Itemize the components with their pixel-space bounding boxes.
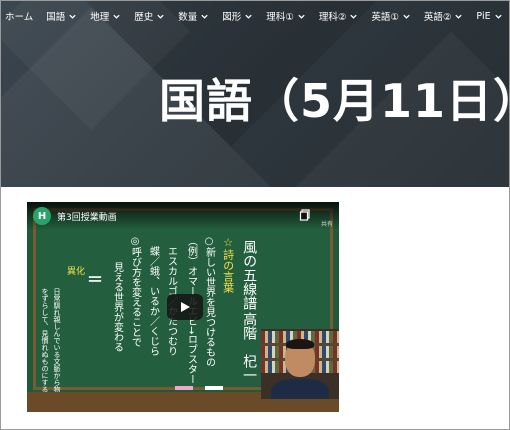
nav-item[interactable]: 理科② (319, 9, 359, 23)
nav-item[interactable]: 国語 (46, 9, 77, 23)
ikai-label: 異化 (67, 267, 86, 277)
nav-item[interactable]: PiE (476, 11, 502, 22)
chevron-down-icon (157, 14, 164, 19)
nav-item[interactable]: ホーム (5, 9, 33, 23)
board-line: 日常馴れ親しんでいる文脈から物事 (53, 288, 62, 400)
chevron-down-icon (403, 14, 410, 19)
nav-item-label: 英語② (423, 12, 452, 23)
webcam-overlay (261, 329, 339, 399)
nav-item[interactable]: 数量 (178, 9, 209, 23)
nav-item-label: 理科① (266, 12, 294, 23)
video-title-bar: H 第3回授業動画 (27, 202, 339, 230)
poem-author: 高階 杞一 (241, 312, 258, 382)
nav-item[interactable]: 理科① (266, 9, 306, 23)
teacher-hair (286, 339, 314, 349)
share-label[interactable]: 共有 (321, 219, 333, 228)
chevron-down-icon (201, 14, 208, 19)
nav-item[interactable]: 地理 (90, 9, 121, 23)
nav-item-label: 理科② (318, 12, 347, 23)
board-line: ○新しい世界を見つけるもの (203, 236, 215, 367)
chevron-down-icon (494, 14, 502, 19)
board-line: 見える世界が変わる (111, 262, 123, 352)
nav-item-label: 図形 (222, 12, 242, 23)
nav-item[interactable]: 英語① (371, 9, 411, 23)
page-header: ホーム 国語 地理 歴史 数量 図形 理科① 理科② 英語① 英語② PiE 国語（5月11日） (1, 1, 510, 187)
nav-item-label: 数量 (178, 12, 198, 23)
chevron-down-icon (245, 14, 252, 19)
nav-item-label: PiE (476, 10, 491, 22)
chevron-down-icon (113, 14, 120, 19)
play-button[interactable] (167, 294, 203, 320)
video-title[interactable]: 第3回授業動画 (57, 210, 117, 223)
chevron-down-icon (69, 14, 76, 19)
chalk-piece (175, 386, 193, 390)
copy-link-icon[interactable] (299, 209, 311, 221)
teacher-body (271, 379, 329, 399)
nav-item[interactable]: 英語② (424, 9, 464, 23)
play-icon (181, 302, 190, 312)
channel-avatar[interactable]: H (33, 207, 51, 225)
nav-item[interactable]: 図形 (222, 9, 253, 23)
page-title: 国語（5月11日） (159, 74, 510, 128)
board-line: をずらして、見慣れぬものにするこ (41, 288, 50, 400)
poem-title: 風の五線譜 (241, 240, 258, 310)
top-nav: ホーム 国語 地理 歴史 数量 図形 理科① 理科② 英語① 英語② PiE (1, 1, 509, 31)
nav-item-label: 国語 (46, 12, 66, 23)
page-frame: ホーム 国語 地理 歴史 数量 図形 理科① 理科② 英語① 英語② PiE 国語（5月11日） 風… (0, 0, 510, 430)
video-player[interactable]: 風の五線譜 高階 杞一 ☆詩の言葉 ○新しい世界を見つけるもの （例）オマールエ… (27, 202, 339, 412)
nav-item-label: 歴史 (134, 12, 154, 23)
board-line: ◎呼び方を変えることで (129, 236, 141, 347)
chevron-down-icon (455, 14, 463, 19)
chevron-down-icon (298, 14, 305, 19)
nav-item-label: 地理 (90, 12, 110, 23)
nav-item[interactable]: 歴史 (134, 9, 165, 23)
chevron-down-icon (350, 14, 358, 19)
board-line: 蝶／蛾、いるか／くじら (147, 246, 159, 356)
poem-words-heading: ☆詩の言葉 (221, 236, 235, 293)
equals-sign: ＝ (87, 270, 104, 289)
nav-item-label: ホーム (5, 12, 34, 23)
chalk-piece (205, 386, 223, 390)
nav-item-label: 英語① (371, 12, 399, 23)
